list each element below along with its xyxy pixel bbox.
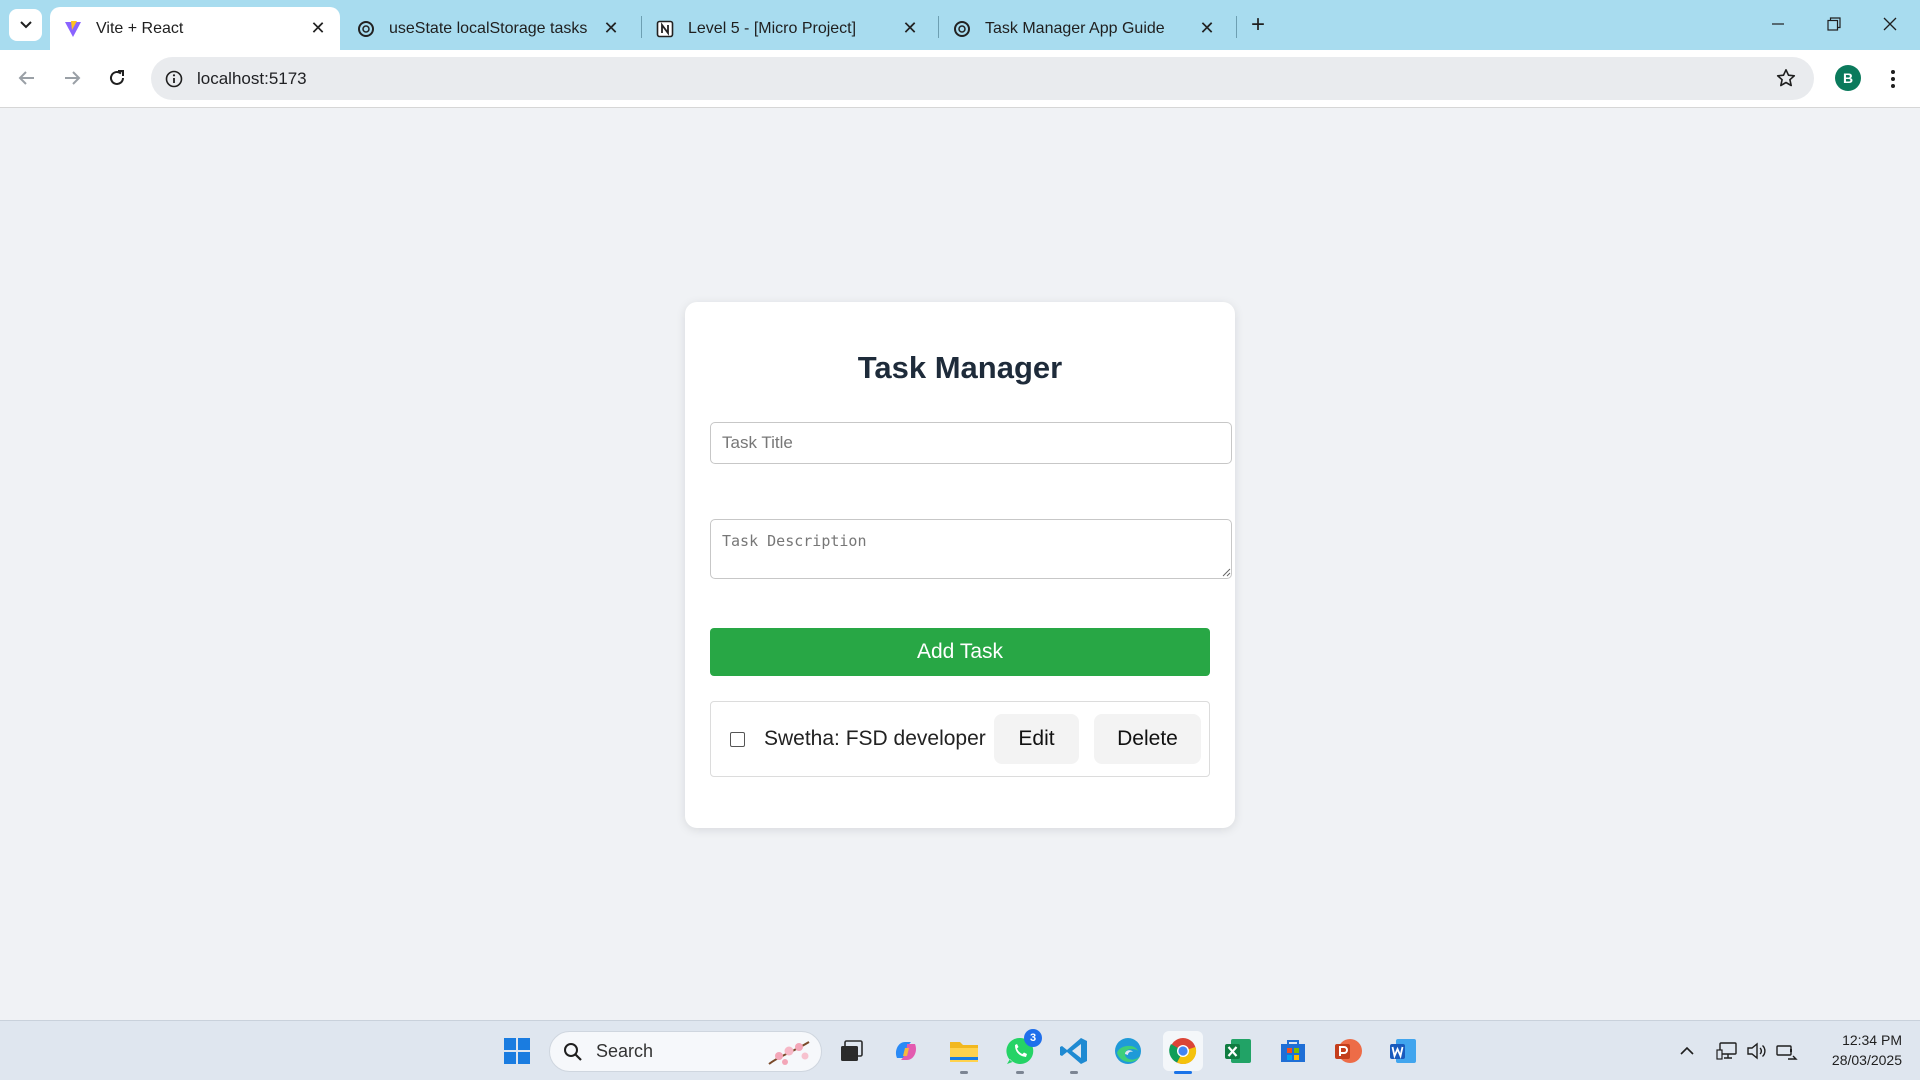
close-icon[interactable]: ✕ bbox=[601, 18, 621, 39]
whatsapp-button[interactable]: 3 bbox=[1000, 1029, 1042, 1074]
minimize-icon bbox=[1772, 23, 1784, 25]
forward-button[interactable] bbox=[55, 61, 89, 95]
excel-button[interactable] bbox=[1218, 1031, 1258, 1071]
task-view-icon bbox=[841, 1040, 863, 1061]
back-button[interactable] bbox=[10, 61, 44, 95]
close-icon[interactable]: ✕ bbox=[1197, 18, 1217, 39]
chatgpt-icon bbox=[357, 20, 375, 38]
running-indicator bbox=[960, 1071, 968, 1074]
task-list-item: Swetha: FSD developer Edit Delete bbox=[710, 701, 1210, 777]
tab-separator bbox=[1236, 16, 1237, 38]
tab-usestate-localstorage[interactable]: useState localStorage tasks ✕ bbox=[343, 7, 633, 50]
page-viewport: Task Manager Add Task Swetha: FSD develo… bbox=[0, 109, 1920, 1020]
delete-task-button[interactable]: Delete bbox=[1094, 714, 1201, 764]
close-window-button[interactable] bbox=[1868, 6, 1912, 42]
taskbar-search-box[interactable]: Search bbox=[549, 1031, 822, 1072]
tab-title: useState localStorage tasks bbox=[389, 19, 588, 37]
restore-icon bbox=[1827, 17, 1841, 31]
bookmark-star-icon[interactable] bbox=[1774, 66, 1798, 90]
tab-title: Level 5 - [Micro Project] bbox=[688, 19, 857, 37]
edge-icon bbox=[1115, 1038, 1141, 1064]
restore-button[interactable] bbox=[1812, 6, 1856, 42]
windows-start-icon bbox=[504, 1038, 530, 1064]
add-task-button[interactable]: Add Task bbox=[710, 628, 1210, 676]
arrow-left-icon bbox=[18, 71, 34, 85]
start-button[interactable] bbox=[497, 1031, 537, 1071]
plus-icon: + bbox=[1250, 11, 1265, 38]
powerpoint-icon bbox=[1335, 1039, 1362, 1063]
system-clock[interactable]: 12:34 PM 28/03/2025 bbox=[1806, 1030, 1902, 1070]
task-title-input[interactable] bbox=[710, 422, 1232, 464]
address-bar[interactable]: localhost:5173 bbox=[151, 57, 1814, 100]
resize-handle-icon[interactable] bbox=[1221, 567, 1231, 577]
network-icon bbox=[1716, 1042, 1737, 1060]
file-explorer-button[interactable] bbox=[944, 1031, 984, 1074]
task-view-button[interactable] bbox=[831, 1031, 871, 1071]
task-complete-checkbox[interactable] bbox=[730, 732, 745, 747]
active-indicator bbox=[1174, 1071, 1192, 1074]
search-icon bbox=[562, 1041, 584, 1063]
excel-icon bbox=[1225, 1039, 1251, 1063]
battery-sync-icon bbox=[1776, 1045, 1798, 1060]
chrome-button[interactable] bbox=[1163, 1031, 1203, 1074]
arrow-right-icon bbox=[65, 71, 81, 85]
edge-button[interactable] bbox=[1108, 1031, 1148, 1071]
page-title: Task Manager bbox=[857, 350, 1063, 385]
clock-date: 28/03/2025 bbox=[1831, 1052, 1902, 1068]
chrome-icon bbox=[1169, 1038, 1197, 1065]
minimize-button[interactable] bbox=[1756, 6, 1800, 42]
reload-icon bbox=[110, 70, 124, 85]
close-icon[interactable]: ✕ bbox=[308, 18, 328, 39]
more-vertical-icon bbox=[1891, 70, 1895, 88]
notion-icon bbox=[656, 20, 674, 38]
windows-taskbar: Search 3 12:34 PM 28/03/2025 bbox=[0, 1020, 1920, 1080]
word-icon bbox=[1390, 1039, 1416, 1063]
reload-button[interactable] bbox=[100, 61, 134, 95]
vscode-icon bbox=[1060, 1038, 1087, 1064]
show-hidden-icons-button[interactable] bbox=[1675, 1039, 1699, 1063]
site-info-icon[interactable] bbox=[163, 68, 185, 90]
browser-toolbar: localhost:5173 B bbox=[0, 50, 1920, 108]
url-text[interactable]: localhost:5173 bbox=[197, 69, 307, 89]
vscode-button[interactable] bbox=[1054, 1031, 1094, 1074]
task-manager-card: Task Manager Add Task Swetha: FSD develo… bbox=[685, 302, 1235, 828]
browser-tab-strip: Vite + React ✕ useState localStorage tas… bbox=[0, 0, 1920, 50]
powerpoint-button[interactable] bbox=[1328, 1031, 1368, 1071]
tab-vite-react[interactable]: Vite + React ✕ bbox=[50, 7, 340, 50]
search-highlight-cherry-blossom-icon bbox=[768, 1041, 810, 1065]
edit-task-button[interactable]: Edit bbox=[994, 714, 1079, 764]
microsoft-store-button[interactable] bbox=[1273, 1031, 1313, 1071]
tab-level-5[interactable]: Level 5 - [Micro Project] ✕ bbox=[642, 7, 932, 50]
sync-status-button[interactable] bbox=[1775, 1039, 1799, 1063]
running-indicator bbox=[1016, 1071, 1024, 1074]
vite-icon bbox=[64, 20, 82, 38]
running-indicator bbox=[1070, 1071, 1078, 1074]
tab-task-manager-guide[interactable]: Task Manager App Guide ✕ bbox=[939, 7, 1229, 50]
chevron-up-icon bbox=[1680, 1046, 1694, 1055]
chatgpt-icon bbox=[953, 20, 971, 38]
microsoft-store-icon bbox=[1281, 1040, 1305, 1062]
copilot-button[interactable] bbox=[886, 1031, 926, 1071]
close-icon[interactable]: ✕ bbox=[900, 18, 920, 39]
word-button[interactable] bbox=[1383, 1031, 1423, 1071]
tab-search-button[interactable] bbox=[9, 9, 42, 41]
profile-avatar[interactable]: B bbox=[1835, 65, 1861, 91]
file-explorer-icon bbox=[950, 1042, 978, 1062]
close-icon bbox=[1883, 17, 1897, 31]
search-label: Search bbox=[596, 1041, 654, 1061]
copilot-icon bbox=[895, 1042, 917, 1060]
speaker-icon bbox=[1747, 1042, 1766, 1060]
chevron-down-icon bbox=[19, 21, 32, 29]
tab-title: Vite + React bbox=[96, 19, 184, 37]
network-status-button[interactable] bbox=[1715, 1039, 1739, 1063]
tab-title: Task Manager App Guide bbox=[985, 19, 1165, 37]
browser-menu-button[interactable] bbox=[1881, 64, 1905, 94]
clock-time: 12:34 PM bbox=[1842, 1032, 1902, 1048]
task-text: Swetha: FSD developer bbox=[764, 727, 986, 750]
volume-button[interactable] bbox=[1745, 1039, 1769, 1063]
notification-badge: 3 bbox=[1024, 1029, 1042, 1047]
task-description-input[interactable] bbox=[710, 519, 1232, 579]
new-tab-button[interactable]: + bbox=[1245, 11, 1271, 38]
